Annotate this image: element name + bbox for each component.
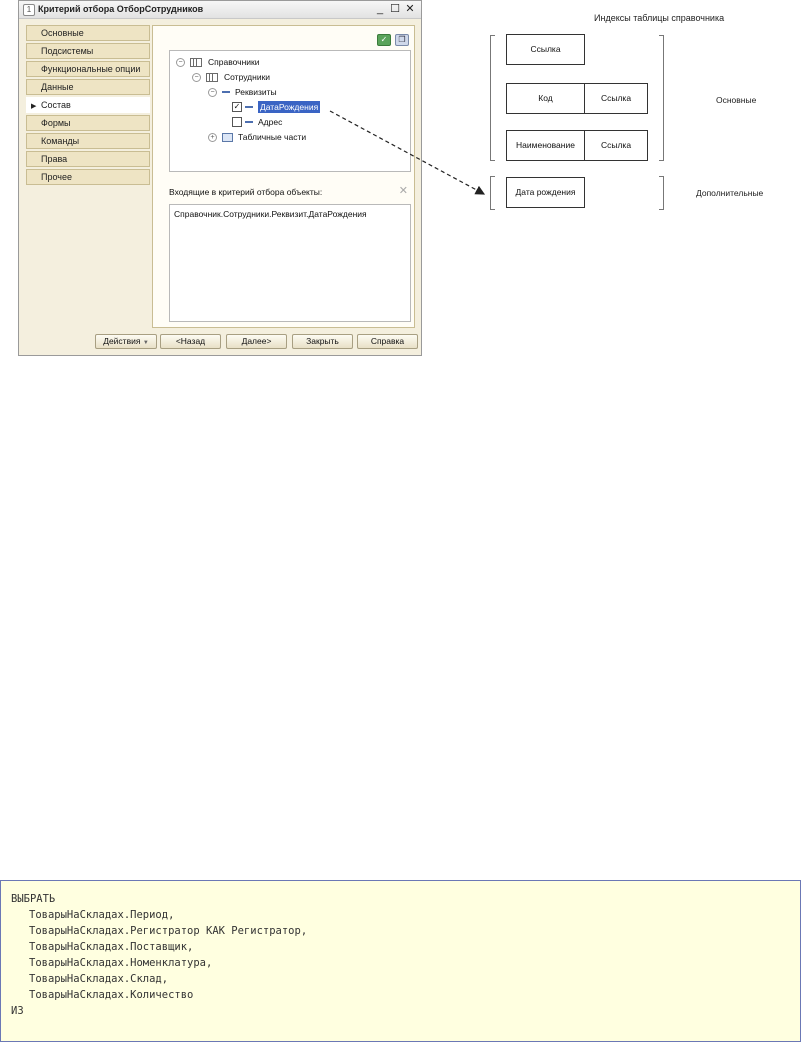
dashed-arrow-line (329, 110, 486, 195)
connector-arrow (329, 110, 486, 195)
close-button[interactable]: Закрыть (292, 334, 353, 349)
code-line: ИЗ (11, 1005, 24, 1017)
help-button[interactable]: Справка (357, 334, 418, 349)
query-code-block: ВЫБРАТЬ ТоварыНаСкладах.Период, ТоварыНа… (0, 880, 801, 1042)
actions-button[interactable]: Действия ▼ (95, 334, 157, 349)
code-line: ВЫБРАТЬ (11, 893, 56, 905)
code-line: ТоварыНаСкладах.Поставщик, (29, 941, 194, 953)
code-line: ТоварыНаСкладах.Количество (29, 989, 194, 1001)
chevron-down-icon: ▼ (142, 340, 149, 346)
code-line: ТоварыНаСкладах.Номенклатура, (29, 957, 213, 969)
next-button[interactable]: Далее> (226, 334, 287, 349)
code-line: ТоварыНаСкладах.Период, (29, 909, 175, 921)
code-line: ТоварыНаСкладах.Склад, (29, 973, 169, 985)
code-line: ТоварыНаСкладах.Регистратор КАК Регистра… (29, 925, 308, 937)
back-button[interactable]: <Назад (160, 334, 221, 349)
actions-button-label: Действия (103, 336, 141, 346)
